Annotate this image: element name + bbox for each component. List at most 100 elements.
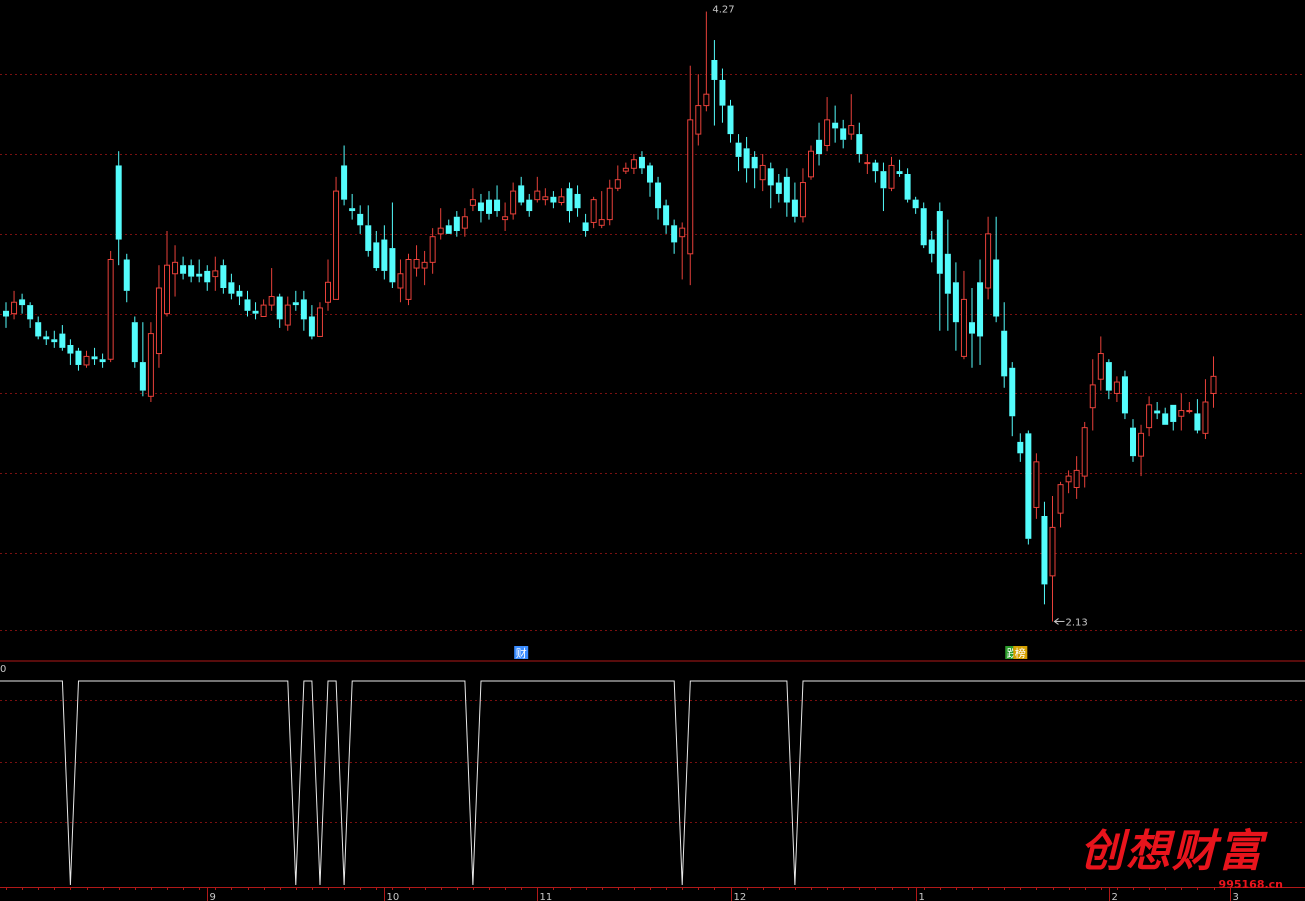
- candle-body-down: [494, 199, 501, 212]
- candle-body-up: [164, 264, 170, 315]
- candle: [638, 151, 645, 174]
- candle-body-down: [196, 273, 203, 277]
- candle: [1073, 456, 1080, 499]
- candle-body-down: [35, 322, 42, 337]
- candle-body-down: [131, 322, 138, 363]
- candle: [1089, 359, 1096, 431]
- candle-body-down: [292, 302, 299, 306]
- candle: [598, 191, 605, 229]
- candle-body-down: [582, 222, 589, 231]
- candle: [212, 256, 219, 291]
- candle: [107, 250, 114, 363]
- candle: [421, 250, 428, 286]
- candle: [510, 182, 517, 220]
- x-axis-tick-label: 9: [210, 892, 216, 901]
- candle-body-down: [373, 242, 380, 269]
- candle-body-up: [558, 196, 565, 204]
- candle: [164, 231, 170, 317]
- candle: [1162, 407, 1169, 425]
- candle-body-up: [268, 296, 275, 306]
- candle-body-up: [1113, 381, 1120, 394]
- candle-body-down: [711, 60, 718, 80]
- candle: [83, 350, 90, 368]
- candle: [985, 216, 992, 300]
- candle-body-up: [461, 216, 468, 229]
- candle: [799, 168, 806, 223]
- candle: [727, 99, 734, 143]
- candlestick-chart: 4.272.13 财跌榜 0 9 10 11 12 1 2 3: [0, 5, 1305, 901]
- candle: [622, 162, 629, 174]
- candle-body-down: [663, 205, 670, 226]
- candle: [783, 168, 790, 217]
- candle: [711, 40, 718, 126]
- grid-lines: [0, 74, 1305, 823]
- candle-body-down: [872, 162, 879, 172]
- candle-body-down: [526, 199, 533, 212]
- x-axis-tick-label: 1: [919, 892, 925, 901]
- candle-body-down: [27, 305, 34, 320]
- candle-body-down: [1130, 427, 1136, 457]
- candle: [477, 193, 484, 223]
- candle: [687, 65, 694, 286]
- candle-body-up: [510, 190, 517, 215]
- candle: [1041, 501, 1048, 605]
- candle-body-up: [1081, 427, 1088, 477]
- candle: [300, 290, 307, 331]
- candle: [695, 74, 702, 146]
- candle-body-up: [284, 304, 291, 326]
- candle: [276, 293, 283, 328]
- candle-body-down: [349, 208, 356, 212]
- candle: [453, 211, 460, 237]
- candle: [3, 302, 9, 328]
- candle-body-down: [783, 176, 790, 203]
- candle: [397, 259, 404, 303]
- candle: [526, 193, 533, 217]
- candle-body-up: [960, 298, 967, 357]
- candle: [928, 231, 935, 263]
- candle-body-down: [944, 253, 951, 294]
- candle-body-down: [236, 290, 243, 297]
- candle: [405, 253, 412, 306]
- candle-body-up: [985, 233, 992, 289]
- candle: [824, 97, 831, 152]
- candle: [1097, 336, 1104, 391]
- candle-body-up: [695, 105, 702, 135]
- candle-body-down: [856, 134, 863, 155]
- candle-body-up: [630, 159, 637, 169]
- candle-body-down: [59, 333, 66, 348]
- candle-body-up: [421, 261, 428, 269]
- candle-body-down: [775, 182, 782, 194]
- candle: [1057, 481, 1064, 528]
- candle-body-down: [188, 265, 195, 277]
- candle: [606, 179, 613, 226]
- candle: [373, 231, 380, 271]
- candle-body-down: [486, 199, 492, 214]
- candle-body-up: [598, 219, 605, 226]
- candle-body-down: [969, 322, 975, 334]
- candle-body-down: [115, 165, 122, 240]
- candle: [558, 188, 565, 206]
- candle-body-up: [260, 304, 267, 318]
- candle: [502, 202, 509, 231]
- candle-body-down: [276, 296, 283, 320]
- candle-body-down: [1121, 376, 1128, 414]
- candle-body-down: [655, 182, 662, 209]
- candle: [848, 94, 855, 140]
- candle-body-up: [1057, 484, 1064, 514]
- candle-body-up: [1202, 401, 1209, 434]
- candle: [1017, 433, 1024, 462]
- candle: [115, 151, 122, 266]
- candle-body-down: [228, 282, 235, 294]
- event-marker-label: 榜: [1015, 646, 1026, 660]
- candle-body-down: [381, 239, 388, 271]
- x-axis-tick-label: 11: [540, 892, 553, 901]
- candle-body-down: [920, 208, 927, 246]
- candle: [1009, 362, 1016, 437]
- candle: [228, 273, 235, 300]
- candle-body-down: [357, 213, 364, 226]
- candle: [1113, 376, 1120, 402]
- candle-body-up: [397, 273, 404, 289]
- candle: [703, 11, 710, 112]
- candle: [292, 290, 299, 311]
- candle-body-up: [799, 182, 806, 218]
